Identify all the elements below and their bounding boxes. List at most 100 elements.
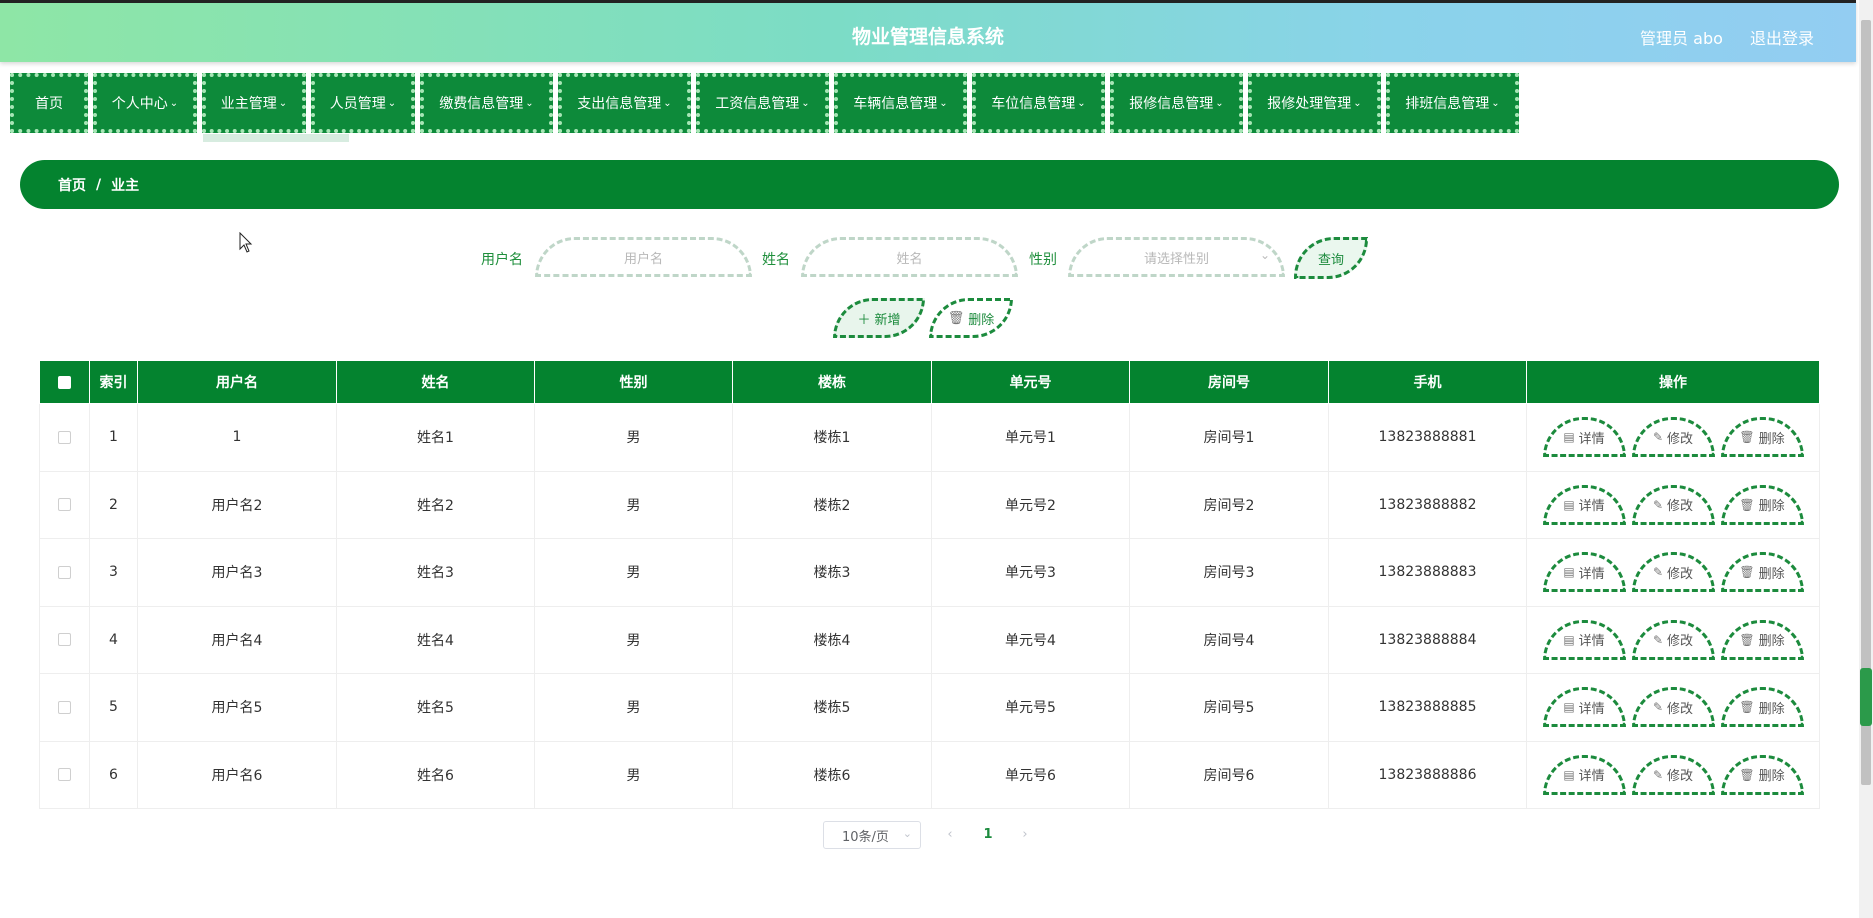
delete-button[interactable]: 🗑 删除 <box>1720 552 1804 593</box>
delete-button[interactable]: 🗑 删除 <box>1720 687 1804 728</box>
nav-item-10[interactable]: 报修处理管理 ⌄ <box>1248 73 1381 133</box>
edit-button[interactable]: ✎ 修改 <box>1631 552 1715 593</box>
header-actions: 操作 <box>1526 360 1820 404</box>
edit-button[interactable]: ✎ 修改 <box>1631 619 1715 660</box>
cell-username: 用户名4 <box>137 605 337 674</box>
edit-button-label: 修改 <box>1667 769 1694 785</box>
cell-gender: 男 <box>534 538 733 607</box>
cell-username: 1 <box>137 403 337 472</box>
row-checkbox[interactable] <box>58 565 71 579</box>
scrollbar[interactable] <box>1859 0 1873 918</box>
delete-button[interactable]: 🗑 删除 <box>929 298 1013 338</box>
chevron-down-icon: ⌄ <box>1353 97 1362 109</box>
nav-item-3[interactable]: 人员管理 ⌄ <box>311 73 415 133</box>
plus-icon: ＋ <box>857 312 871 328</box>
cell-username: 用户名6 <box>137 740 337 809</box>
row-checkbox[interactable] <box>58 430 71 444</box>
nav-item-label: 工资信息管理 <box>715 96 800 112</box>
cell-actions: ▤ 详情 ✎ 修改 🗑 删除 <box>1526 403 1820 472</box>
gender-select[interactable]: 请选择性别 ⌄ <box>1068 237 1285 277</box>
gender-placeholder: 请选择性别 <box>1143 251 1209 267</box>
cell-room: 房间号6 <box>1129 740 1329 809</box>
row-checkbox[interactable] <box>58 768 71 782</box>
chevron-down-icon: ⌄ <box>939 97 948 109</box>
detail-button[interactable]: ▤ 详情 <box>1542 754 1626 795</box>
delete-button[interactable]: 🗑 删除 <box>1720 484 1804 525</box>
detail-button[interactable]: ▤ 详情 <box>1542 484 1626 525</box>
cell-building: 楼栋3 <box>732 538 932 607</box>
cell-phone: 13823888885 <box>1328 673 1527 742</box>
cell-actions: ▤ 详情 ✎ 修改 🗑 删除 <box>1526 740 1820 809</box>
cell-room: 房间号3 <box>1129 538 1329 607</box>
next-page-button[interactable]: › <box>1017 821 1033 849</box>
edit-button[interactable]: ✎ 修改 <box>1631 484 1715 525</box>
mouse-cursor-icon <box>239 232 253 253</box>
select-all-checkbox[interactable] <box>58 375 71 389</box>
nav-item-label: 报修处理管理 <box>1267 96 1352 112</box>
row-select-cell <box>39 673 90 742</box>
cell-username: 用户名3 <box>137 538 337 607</box>
delete-button-label: 删除 <box>1758 634 1785 650</box>
nav-item-5[interactable]: 支出信息管理 ⌄ <box>558 73 691 133</box>
add-button[interactable]: ＋ 新增 <box>833 298 925 338</box>
gender-label: 性别 <box>1029 252 1057 268</box>
nav-item-8[interactable]: 车位信息管理 ⌄ <box>972 73 1105 133</box>
detail-button[interactable]: ▤ 详情 <box>1542 417 1626 458</box>
cell-actions: ▤ 详情 ✎ 修改 🗑 删除 <box>1526 605 1820 674</box>
nav-item-label: 业主管理 <box>220 96 277 112</box>
edit-button[interactable]: ✎ 修改 <box>1631 417 1715 458</box>
nav-item-9[interactable]: 报修信息管理 ⌄ <box>1110 73 1243 133</box>
cell-index: 4 <box>89 605 138 674</box>
delete-button[interactable]: 🗑 删除 <box>1720 754 1804 795</box>
cell-name: 姓名6 <box>336 740 535 809</box>
breadcrumb-current: 业主 <box>111 177 140 194</box>
detail-button[interactable]: ▤ 详情 <box>1542 552 1626 593</box>
breadcrumb-home[interactable]: 首页 <box>58 175 86 195</box>
scroll-grip[interactable] <box>1860 668 1872 726</box>
prev-page-button[interactable]: ‹ <box>942 821 958 849</box>
nav-item-7[interactable]: 车辆信息管理 ⌄ <box>834 73 967 133</box>
row-checkbox[interactable] <box>58 633 71 647</box>
edit-button-label: 修改 <box>1667 499 1694 515</box>
page-number-current[interactable]: 1 <box>980 821 996 849</box>
row-checkbox[interactable] <box>58 700 71 714</box>
pencil-icon: ✎ <box>1652 430 1664 445</box>
cell-unit: 单元号2 <box>931 470 1130 539</box>
detail-button-label: 详情 <box>1578 431 1605 447</box>
cell-username: 用户名2 <box>137 470 337 539</box>
edit-button[interactable]: ✎ 修改 <box>1631 687 1715 728</box>
pencil-icon: ✎ <box>1652 700 1664 715</box>
nav-item-11[interactable]: 排班信息管理 ⌄ <box>1386 73 1519 133</box>
chevron-down-icon: ⌄ <box>1491 97 1500 109</box>
chevron-down-icon: ⌄ <box>387 97 397 109</box>
query-button[interactable]: 查询 <box>1294 237 1368 279</box>
nav-item-1[interactable]: 个人中心 ⌄ <box>93 73 197 133</box>
cell-name: 姓名5 <box>336 673 535 742</box>
cell-index: 2 <box>89 470 138 539</box>
cell-gender: 男 <box>534 605 733 674</box>
detail-button[interactable]: ▤ 详情 <box>1542 619 1626 660</box>
username-placeholder: 用户名 <box>623 251 663 267</box>
trash-icon: 🗑 <box>1739 430 1755 445</box>
delete-button[interactable]: 🗑 删除 <box>1720 417 1804 458</box>
nav-item-0[interactable]: 首页 <box>10 73 88 133</box>
nav-item-4[interactable]: 缴费信息管理 ⌄ <box>420 73 553 133</box>
page-size-select[interactable]: 10条/页 ⌄ <box>823 821 921 849</box>
delete-button[interactable]: 🗑 删除 <box>1720 619 1804 660</box>
row-select-cell <box>39 538 90 607</box>
header-gender: 性别 <box>534 360 733 404</box>
nav-item-6[interactable]: 工资信息管理 ⌄ <box>696 73 829 133</box>
nav-item-2[interactable]: 业主管理 ⌄ <box>202 73 306 133</box>
nav-active-indicator <box>203 134 349 142</box>
cell-phone: 13823888886 <box>1328 740 1527 809</box>
detail-button-label: 详情 <box>1578 566 1605 582</box>
owner-table: 索引 用户名 姓名 性别 楼栋 单元号 房间号 手机 操作 1 1 姓名1 男楼栋1 单… <box>39 360 1820 809</box>
edit-button[interactable]: ✎ 修改 <box>1631 754 1715 795</box>
row-checkbox[interactable] <box>58 498 71 512</box>
detail-button[interactable]: ▤ 详情 <box>1542 687 1626 728</box>
nav-item-label: 车辆信息管理 <box>853 96 938 112</box>
name-label: 姓名 <box>762 252 790 268</box>
logout-button[interactable]: 退出登录 <box>1750 29 1814 48</box>
username-input[interactable]: 用户名 <box>535 237 752 277</box>
name-input[interactable]: 姓名 <box>801 237 1018 277</box>
